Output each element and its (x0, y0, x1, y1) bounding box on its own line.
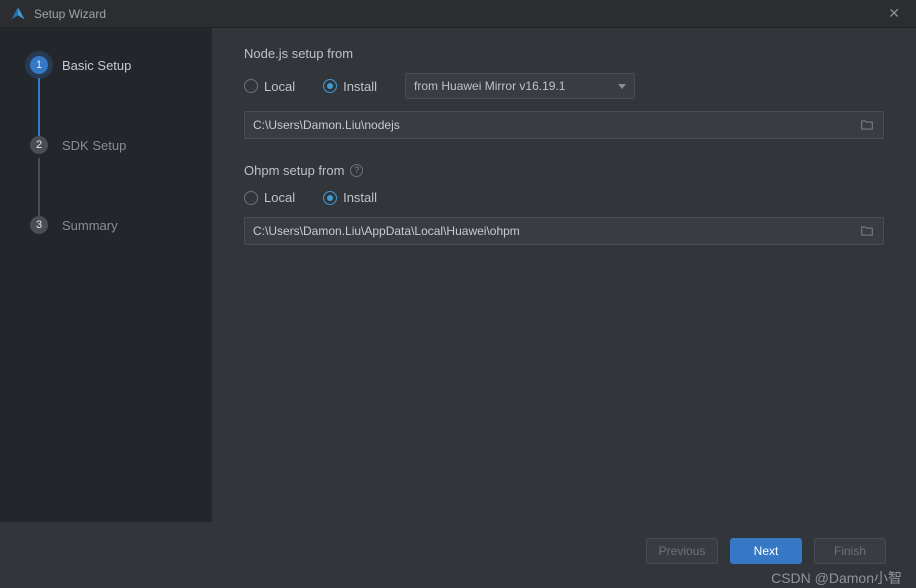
nodejs-path-row (244, 111, 884, 139)
nodejs-radio-row: Local Install from Huawei Mirror v16.19.… (244, 73, 884, 99)
help-icon[interactable]: ? (350, 164, 363, 177)
step-label: SDK Setup (62, 138, 126, 153)
nodejs-section: Node.js setup from Local Install from Hu… (244, 46, 884, 139)
wizard-footer: Previous Next Finish (0, 522, 916, 588)
close-icon[interactable]: ✕ (882, 3, 906, 24)
radio-label: Local (264, 79, 295, 94)
nodejs-local-radio[interactable]: Local (244, 79, 295, 94)
step-label: Summary (62, 218, 118, 233)
radio-icon (244, 191, 258, 205)
wizard-content: Node.js setup from Local Install from Hu… (212, 28, 916, 522)
folder-icon[interactable] (859, 224, 875, 238)
step-number: 2 (30, 136, 48, 154)
select-value: from Huawei Mirror v16.19.1 (414, 79, 618, 93)
wizard-step-basic-setup[interactable]: 1 Basic Setup (30, 56, 188, 74)
nodejs-title: Node.js setup from (244, 46, 884, 61)
ohpm-title: Ohpm setup from ? (244, 163, 884, 178)
ohpm-path-input[interactable] (253, 224, 859, 238)
ohpm-title-text: Ohpm setup from (244, 163, 344, 178)
ohpm-radio-row: Local Install (244, 190, 884, 205)
ohpm-local-radio[interactable]: Local (244, 190, 295, 205)
radio-icon (323, 79, 337, 93)
radio-label: Install (343, 190, 377, 205)
main-area: 1 Basic Setup 2 SDK Setup 3 Summary Node… (0, 28, 916, 522)
radio-icon (323, 191, 337, 205)
step-number: 3 (30, 216, 48, 234)
wizard-step-sdk-setup[interactable]: 2 SDK Setup (30, 136, 188, 154)
wizard-sidebar: 1 Basic Setup 2 SDK Setup 3 Summary (0, 28, 212, 522)
chevron-down-icon (618, 84, 626, 89)
nodejs-path-input[interactable] (253, 118, 859, 132)
ohpm-section: Ohpm setup from ? Local Install (244, 163, 884, 245)
app-logo-icon (10, 6, 26, 22)
previous-button[interactable]: Previous (646, 538, 718, 564)
radio-label: Local (264, 190, 295, 205)
wizard-step-summary[interactable]: 3 Summary (30, 216, 188, 234)
step-label: Basic Setup (62, 58, 131, 73)
radio-label: Install (343, 79, 377, 94)
ohpm-install-radio[interactable]: Install (323, 190, 377, 205)
folder-icon[interactable] (859, 118, 875, 132)
radio-icon (244, 79, 258, 93)
ohpm-path-row (244, 217, 884, 245)
step-number: 1 (30, 56, 48, 74)
nodejs-mirror-select[interactable]: from Huawei Mirror v16.19.1 (405, 73, 635, 99)
next-button[interactable]: Next (730, 538, 802, 564)
finish-button[interactable]: Finish (814, 538, 886, 564)
nodejs-install-radio[interactable]: Install (323, 79, 377, 94)
window-title: Setup Wizard (34, 7, 882, 21)
titlebar: Setup Wizard ✕ (0, 0, 916, 28)
